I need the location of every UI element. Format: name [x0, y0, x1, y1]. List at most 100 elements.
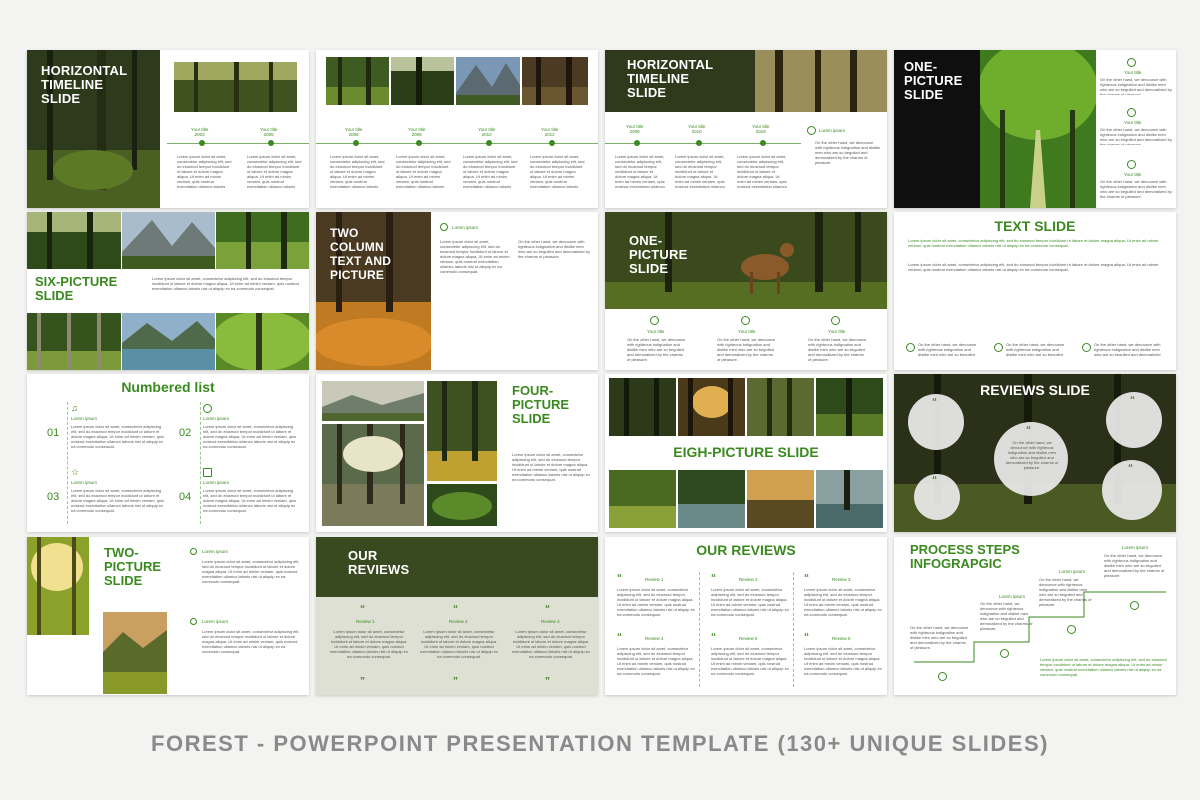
slide-title: TEXT SLIDE: [994, 218, 1076, 234]
body-text: On the other hand, we denounce with righ…: [717, 337, 776, 362]
list-number: 01: [47, 427, 60, 439]
check-icon: [190, 548, 197, 555]
list-label: Lorem ipsum: [202, 549, 229, 554]
timeline-label: Your title 2003: [191, 127, 209, 137]
review-label: Review 1: [356, 619, 375, 624]
review-text: Lorem ipsum dolor sit amet, consectetur …: [617, 646, 695, 676]
timeline-label: Your title 2008: [626, 124, 644, 134]
forest-photo: [103, 612, 167, 694]
quote-icon: “: [1128, 463, 1133, 474]
footer-caption: FOREST - POWERPOINT PRESENTATION TEMPLAT…: [151, 731, 1049, 756]
body-text: Lorem ipsum dolor sit amet, consectetur …: [247, 154, 302, 190]
slide-our-reviews-1[interactable]: OUR REVIEWS “ “ “ Review 1 Review 2 Revi…: [316, 537, 598, 695]
slide-title: ONE- PICTURE SLIDE: [629, 233, 688, 276]
body-text: On the other hand, we denounce with righ…: [1100, 179, 1172, 199]
item-label: Your title: [1124, 120, 1142, 125]
slide-one-picture-1[interactable]: ONE- PICTURE SLIDE Your title On the oth…: [894, 50, 1176, 208]
column-label: Lorem ipsum: [452, 225, 479, 230]
check-icon: [1082, 343, 1091, 352]
body-text: Lorem ipsum dolor sit amet, consectetur …: [203, 488, 297, 513]
slide-two-column[interactable]: TWO COLUMN TEXT AND PICTURE Lorem ipsum …: [316, 212, 598, 370]
quote-icon: “: [711, 573, 716, 584]
music-icon: ♫: [71, 403, 78, 413]
body-text: On the other hand, we denounce with righ…: [1100, 77, 1172, 95]
forest-photo: [216, 313, 309, 370]
review-label: Review 2: [739, 577, 758, 582]
quote-icon: ”: [545, 676, 550, 687]
timeline-label: Your title 2005: [260, 127, 278, 137]
slide-six-picture[interactable]: SIX-PICTURE SLIDE Lorem ipsum dolor sit …: [27, 212, 309, 370]
paper-plane-icon: [741, 316, 750, 325]
slide-title: OUR REVIEWS: [348, 548, 410, 577]
body-text: Lorem ipsum dolor sit amet, consectetur …: [71, 488, 165, 513]
list-number: 04: [179, 491, 192, 503]
slide-our-reviews-2[interactable]: OUR REVIEWS “ Review 1 Lorem ipsum dolor…: [605, 537, 887, 695]
mountain-photo: [122, 212, 215, 269]
slide-horizontal-timeline-3[interactable]: HORIZONTAL TIMELINE SLIDE Your title 200…: [605, 50, 887, 208]
body-text: Lorem ipsum dolor sit amet, consectetur …: [177, 154, 232, 190]
review-label: Review 4: [645, 636, 664, 641]
step-label: Lorem ipsum: [1059, 569, 1086, 574]
forest-road-photo: [980, 50, 1096, 208]
slide-title: OUR REVIEWS: [696, 542, 796, 558]
item-label: Your title: [647, 329, 665, 334]
body-text: Lorem ipsum dolor sit amet, consectetur …: [737, 154, 787, 190]
slide-eight-picture[interactable]: EIGH-PICTURE SLIDE: [605, 374, 887, 532]
chart-icon: [1000, 649, 1009, 658]
body-text: On the other hand, we denounce with righ…: [1100, 127, 1172, 145]
body-text: On the other hand, we denounce with righ…: [627, 337, 686, 362]
body-text: On the other hand, we denounce with righ…: [1094, 342, 1161, 356]
quote-icon: “: [1130, 395, 1135, 406]
review-label: Review 3: [541, 619, 560, 624]
forest-photo: [609, 470, 676, 528]
body-text: Lorem ipsum dolor sit amet, consectetur …: [675, 154, 725, 190]
forest-photo: [326, 57, 389, 105]
slide-horizontal-timeline-2[interactable]: Your title 2006 Your title 2009 Your tit…: [316, 50, 598, 208]
slide-one-picture-2[interactable]: ONE- PICTURE SLIDE Your title On the oth…: [605, 212, 887, 370]
slide-four-picture[interactable]: FOUR- PICTURE SLIDE Lorem ipsum dolor si…: [316, 374, 598, 532]
mountain-photo: [456, 57, 520, 105]
review-text: Lorem ipsum dolor sit amet, consectetur …: [804, 646, 882, 676]
slide-text[interactable]: TEXT SLIDE Lorem ipsum dolor sit amet, c…: [894, 212, 1176, 370]
slide-process-steps[interactable]: PROCESS STEPS INFOGRAPGIC Lorem ipsum Lo…: [894, 537, 1176, 695]
star-icon: ☆: [71, 467, 80, 477]
slide-title: HORIZONTAL TIMELINE SLIDE: [627, 57, 714, 100]
forest-photo: [747, 378, 814, 436]
slide-two-picture[interactable]: TWO- PICTURE SLIDE Lorem ipsum Lorem ips…: [27, 537, 309, 695]
body-text: Lorem ipsum dolor sit amet, consectetur …: [152, 276, 299, 291]
slide-title: TWO COLUMN TEXT AND PICTURE: [330, 226, 392, 282]
quote-icon: “: [617, 632, 622, 643]
quote-icon: ”: [453, 676, 458, 687]
quote-icon: “: [804, 632, 809, 643]
body-text: On the other hand, we denounce with righ…: [910, 625, 969, 650]
quote-icon: “: [617, 573, 622, 584]
list-label: Lorem ipsum: [71, 480, 98, 485]
slide-title: SIX-PICTURE SLIDE: [35, 274, 118, 303]
body-text: Lorem ipsum dolor sit amet, consectetur …: [440, 239, 510, 274]
quote-icon: “: [545, 604, 550, 615]
list-number: 02: [179, 427, 192, 439]
slide-horizontal-timeline-1[interactable]: HORIZONTAL TIMELINE SLIDE Your title 200…: [27, 50, 309, 208]
tree-icon: [1130, 601, 1139, 610]
summary-text: Lorem ipsum dolor sit amet, consectetur …: [1040, 657, 1167, 677]
body-text: Lorem ipsum dolor sit amet, consectetur …: [330, 154, 385, 190]
lake-photo: [122, 313, 215, 370]
review-text: On the other hand, we denounce with righ…: [1005, 440, 1059, 470]
slide-numbered-list[interactable]: Numbered list 01 02 03 04 ♫ Lorem ipsum …: [27, 374, 309, 532]
body-text: On the other hand, we denounce with righ…: [918, 342, 977, 356]
item-label: Your title: [1124, 172, 1142, 177]
quote-icon: “: [453, 604, 458, 615]
slide-title: HORIZONTAL TIMELINE SLIDE: [41, 63, 128, 106]
list-label: Lorem ipsum: [203, 480, 230, 485]
review-label: Review 6: [832, 636, 851, 641]
timeline-label: Your title 2010: [688, 124, 706, 134]
slide-reviews[interactable]: REVIEWS SLIDE “ “ “ “ “ On the other han…: [894, 374, 1176, 532]
body-text: Lorem ipsum dolor sit amet, consectetur …: [202, 629, 300, 654]
forest-photo: [27, 313, 121, 370]
item-label: Your title: [828, 329, 846, 334]
cloud-icon: [203, 404, 212, 413]
step-label: Lorem ipsum: [999, 594, 1026, 599]
forest-photo: [816, 378, 883, 436]
body-text: On the other hand, we denounce with righ…: [518, 239, 590, 259]
check-icon: [906, 343, 915, 352]
